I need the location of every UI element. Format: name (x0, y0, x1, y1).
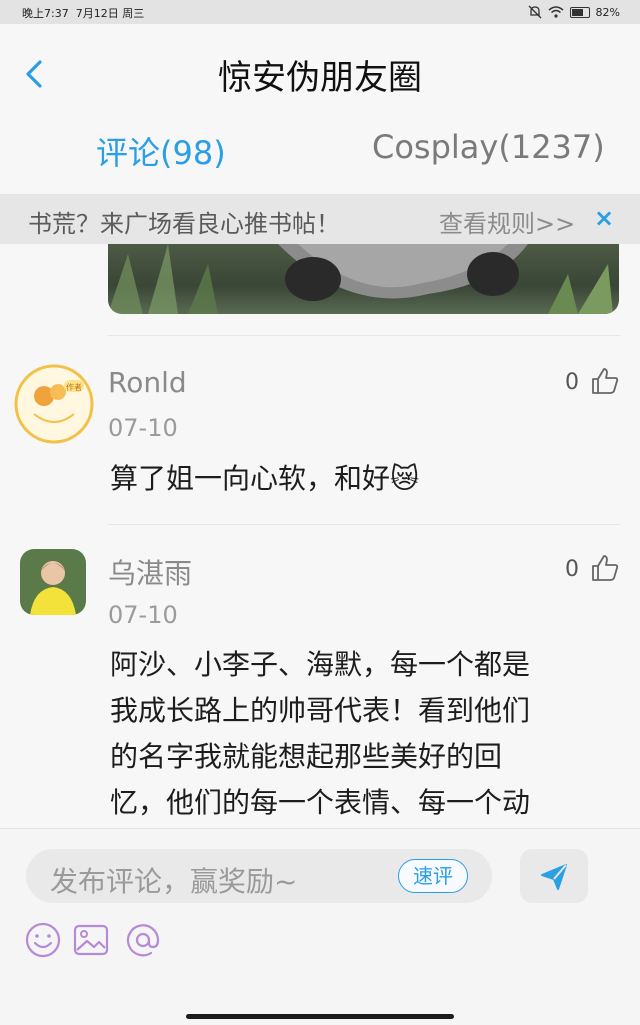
comment-line: 阿沙、小李子、海默，每一个都是 (110, 648, 531, 681)
divider (108, 335, 620, 336)
comment-username[interactable]: Ronld (108, 366, 187, 399)
header: 惊安伪朋友圈 (0, 24, 640, 124)
comment-text: 阿沙、小李子、海默，每一个都是 我成长路上的帅哥代表！看到他们 的名字我就能想起… (110, 642, 610, 826)
status-icons: 82% (528, 5, 620, 19)
comment-composer: 发布评论，赢奖励~ 速评 (0, 828, 640, 1025)
status-date: 7月12日 周三 (75, 7, 145, 20)
mute-icon (528, 5, 542, 19)
announcement-banner: 书荒？来广场看良心推书帖！ 查看规则>> × (0, 194, 640, 244)
view-rules-link[interactable]: 查看规则>> (439, 204, 575, 239)
author-badge: 作者 (66, 382, 82, 392)
emoji-icon[interactable] (24, 921, 62, 959)
page-title: 惊安伪朋友圈 (218, 58, 422, 98)
mention-icon[interactable] (124, 921, 162, 959)
tab-cosplay[interactable]: Cosplay(1237) (372, 128, 605, 166)
post-image[interactable] (108, 244, 619, 314)
avatar[interactable] (20, 549, 86, 615)
quick-review-button[interactable]: 速评 (398, 859, 468, 893)
comment-line: 的名字我就能想起那些美好的回 (110, 740, 503, 773)
battery-icon (569, 6, 590, 18)
home-indicator[interactable] (186, 1014, 454, 1019)
tab-bar: 评论(98) Cosplay(1237) (0, 124, 640, 194)
comment-date: 07-10 (108, 601, 178, 629)
battery-percent: 82% (595, 5, 620, 19)
battery-fill (571, 8, 584, 16)
like-count: 0 (565, 370, 579, 395)
comment-text: 算了姐一向心软，和好😿 (110, 462, 420, 495)
comment-input[interactable]: 发布评论，赢奖励~ 速评 (26, 849, 492, 903)
image-icon[interactable] (72, 921, 110, 959)
close-icon[interactable]: × (594, 204, 614, 232)
comment-username[interactable]: 乌湛雨 (108, 552, 192, 592)
divider (108, 524, 620, 525)
send-button[interactable] (520, 849, 588, 903)
tab-comments[interactable]: 评论(98) (96, 128, 226, 174)
avatar[interactable]: 作者 (14, 364, 94, 444)
status-time: 晚上7:37 (22, 7, 69, 20)
plush-photo-icon (108, 244, 613, 314)
wifi-icon (548, 6, 564, 18)
comment-date: 07-10 (108, 414, 178, 442)
like-count: 0 (565, 557, 579, 582)
comment-line: 我成长路上的帅哥代表！看到他们 (110, 694, 531, 727)
status-time-date: 晚上7:37 7月12日 周三 (22, 5, 144, 21)
banner-text: 书荒？来广场看良心推书帖！ (28, 210, 340, 238)
send-icon (541, 864, 567, 890)
thumbs-up-icon[interactable] (590, 553, 620, 583)
comment-line: 忆，他们的每一个表情、每一个动 (110, 786, 531, 819)
status-bar: 晚上7:37 7月12日 周三 82% (0, 0, 640, 24)
thumbs-up-icon[interactable] (590, 366, 620, 396)
comment-input-placeholder: 发布评论，赢奖励~ (50, 865, 298, 898)
